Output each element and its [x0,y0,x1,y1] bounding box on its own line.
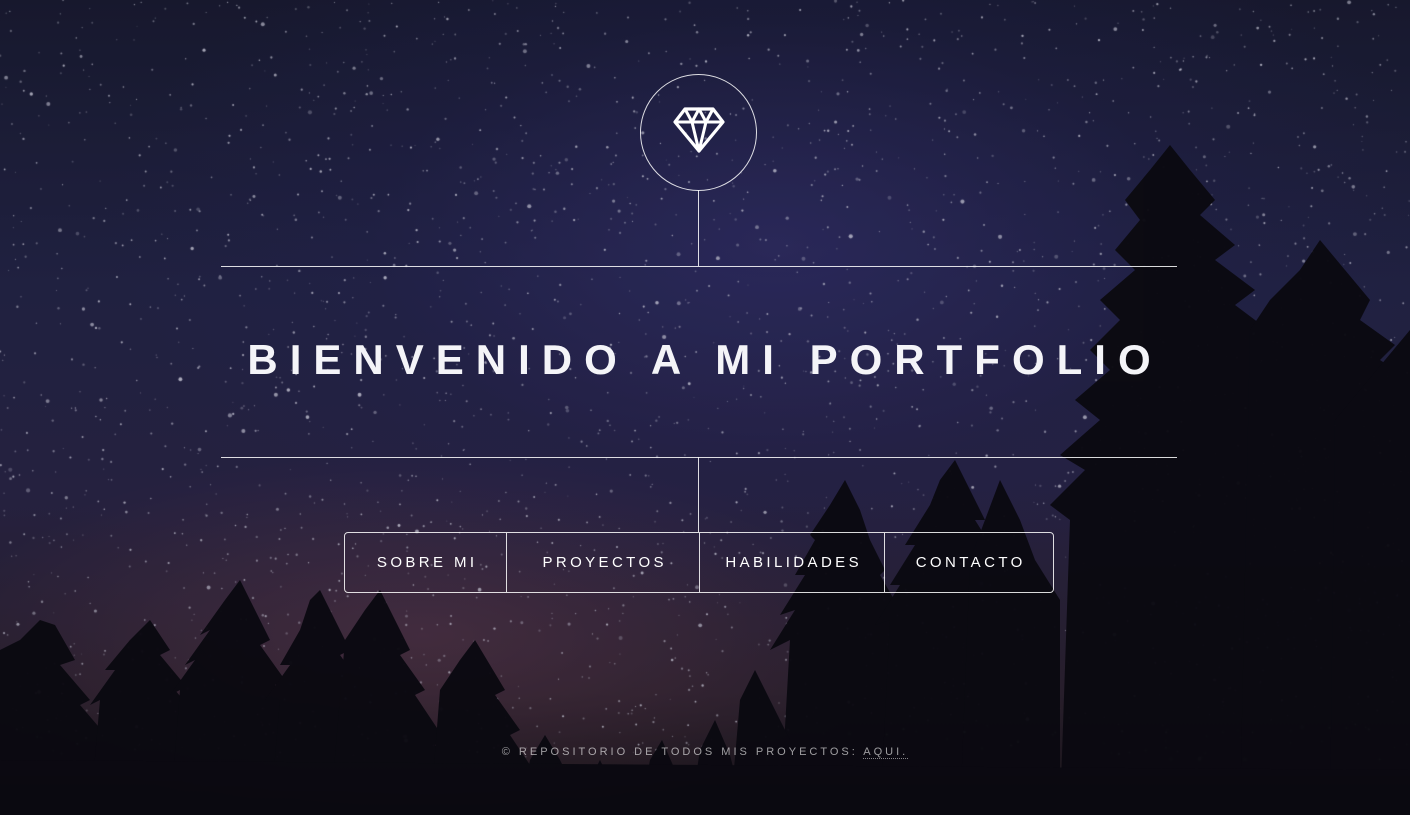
page-title: BIENVENIDO A MI PORTFOLIO [247,336,1163,383]
footer: © REPOSITORIO DE TODOS MIS PROYECTOS: AQ… [0,746,1410,759]
connector-line-top [698,190,699,266]
divider-top [221,266,1177,267]
main-nav: SOBRE MI PROYECTOS HABILIDADES CONTACTO [344,532,1054,593]
connector-line-bottom [698,457,699,532]
nav-item-proyectos[interactable]: PROYECTOS [506,533,699,592]
nav-item-sobre-mi[interactable]: SOBRE MI [345,533,506,592]
logo-circle [640,74,757,191]
nav-item-contacto[interactable]: CONTACTO [884,533,1053,592]
footer-text: © REPOSITORIO DE TODOS MIS PROYECTOS: [501,746,864,758]
footer-repo-link[interactable]: AQUI. [863,746,909,759]
diamond-icon [672,107,725,158]
divider-bottom [221,457,1177,458]
nav-item-habilidades[interactable]: HABILIDADES [699,533,884,592]
